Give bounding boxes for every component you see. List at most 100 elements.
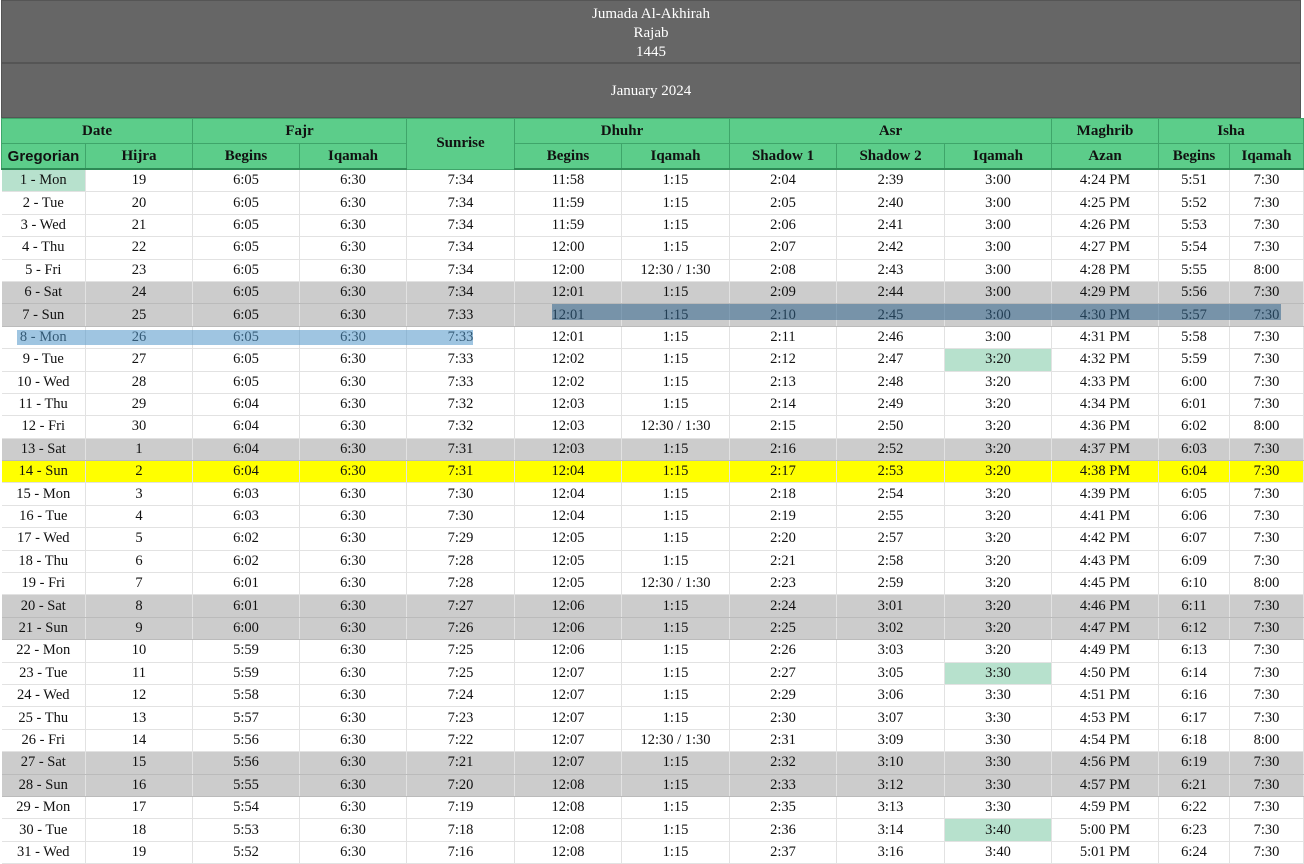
cell-dhuhr-begins[interactable]: 12:04 bbox=[514, 505, 623, 529]
cell-hijra[interactable]: 26 bbox=[85, 326, 193, 350]
cell-hijra[interactable]: 11 bbox=[85, 662, 193, 685]
cell-fajr-begins[interactable]: 5:57 bbox=[192, 706, 300, 730]
cell-dhuhr-iqamah[interactable]: 1:15 bbox=[621, 326, 731, 350]
cell-asr-iqamah[interactable]: 3:30 bbox=[944, 729, 1053, 753]
cell-asr-iqamah[interactable]: 3:30 bbox=[944, 796, 1053, 820]
cell-sunrise[interactable]: 7:34 bbox=[406, 236, 516, 260]
cell-maghrib-azan[interactable]: 4:36 PM bbox=[1051, 415, 1160, 439]
cell-maghrib-azan[interactable]: 4:34 PM bbox=[1051, 393, 1160, 417]
cell-isha-iqamah[interactable]: 7:30 bbox=[1229, 662, 1304, 685]
cell-fajr-begins[interactable]: 6:05 bbox=[192, 303, 300, 327]
cell-isha-begins[interactable]: 6:14 bbox=[1158, 662, 1231, 685]
cell-asr-shadow1[interactable]: 2:10 bbox=[729, 303, 838, 327]
cell-asr-iqamah[interactable]: 3:20 bbox=[944, 460, 1053, 484]
cell-isha-begins[interactable]: 5:57 bbox=[1158, 303, 1231, 327]
cell-hijra[interactable]: 21 bbox=[85, 214, 193, 238]
cell-dhuhr-iqamah[interactable]: 1:15 bbox=[621, 706, 731, 730]
cell-sunrise[interactable]: 7:29 bbox=[406, 527, 516, 551]
cell-isha-iqamah[interactable]: 7:30 bbox=[1229, 438, 1304, 462]
cell-gregorian[interactable]: 14 - Sun bbox=[1, 460, 86, 484]
cell-isha-iqamah[interactable]: 7:30 bbox=[1229, 348, 1304, 372]
cell-asr-iqamah[interactable]: 3:00 bbox=[944, 214, 1053, 238]
cell-hijra[interactable]: 1 bbox=[85, 438, 193, 462]
table-row[interactable]: 7 - Sun 25 6:05 6:30 7:33 12:01 1:15 2:10 2:45 3:… bbox=[1, 303, 1304, 327]
group-asr[interactable]: Asr bbox=[729, 118, 1053, 144]
cell-dhuhr-iqamah[interactable]: 1:15 bbox=[621, 482, 731, 506]
cell-dhuhr-begins[interactable]: 12:00 bbox=[514, 259, 623, 282]
table-row[interactable]: 31 - Wed 19 5:52 6:30 7:16 12:08 1:15 2:37 3:16 3… bbox=[1, 841, 1304, 864]
cell-sunrise[interactable]: 7:34 bbox=[406, 191, 516, 215]
cell-gregorian[interactable]: 31 - Wed bbox=[1, 841, 86, 864]
cell-gregorian[interactable]: 30 - Tue bbox=[1, 818, 86, 842]
cell-gregorian[interactable]: 9 - Tue bbox=[1, 348, 86, 372]
table-row[interactable]: 15 - Mon 3 6:03 6:30 7:30 12:04 1:15 2:18 2:54 3:… bbox=[1, 482, 1304, 506]
cell-asr-shadow1[interactable]: 2:14 bbox=[729, 393, 838, 417]
cell-maghrib-azan[interactable]: 4:54 PM bbox=[1051, 729, 1160, 753]
cell-dhuhr-begins[interactable]: 12:03 bbox=[514, 393, 623, 417]
cell-maghrib-azan[interactable]: 4:50 PM bbox=[1051, 662, 1160, 685]
cell-sunrise[interactable]: 7:33 bbox=[406, 326, 516, 350]
cell-isha-iqamah[interactable]: 8:00 bbox=[1229, 415, 1304, 439]
cell-fajr-iqamah[interactable]: 6:30 bbox=[299, 281, 408, 305]
cell-isha-iqamah[interactable]: 7:30 bbox=[1229, 326, 1304, 350]
cell-sunrise[interactable]: 7:33 bbox=[406, 371, 516, 394]
cell-dhuhr-begins[interactable]: 12:08 bbox=[514, 796, 623, 820]
cell-asr-shadow1[interactable]: 2:04 bbox=[729, 169, 838, 193]
cell-isha-iqamah[interactable]: 7:30 bbox=[1229, 303, 1304, 327]
cell-fajr-iqamah[interactable]: 6:30 bbox=[299, 460, 408, 484]
cell-isha-iqamah[interactable]: 7:30 bbox=[1229, 505, 1304, 529]
cell-asr-iqamah[interactable]: 3:00 bbox=[944, 326, 1053, 350]
cell-fajr-iqamah[interactable]: 6:30 bbox=[299, 639, 408, 663]
cell-sunrise[interactable]: 7:33 bbox=[406, 348, 516, 372]
table-row[interactable]: 21 - Sun 9 6:00 6:30 7:26 12:06 1:15 2:25 3:02 3:… bbox=[1, 617, 1304, 641]
cell-fajr-iqamah[interactable]: 6:30 bbox=[299, 706, 408, 730]
cell-gregorian[interactable]: 10 - Wed bbox=[1, 371, 86, 394]
cell-maghrib-azan[interactable]: 4:43 PM bbox=[1051, 550, 1160, 574]
cell-asr-shadow2[interactable]: 2:53 bbox=[836, 460, 946, 484]
cell-dhuhr-iqamah[interactable]: 1:15 bbox=[621, 460, 731, 484]
cell-isha-iqamah[interactable]: 7:30 bbox=[1229, 527, 1304, 551]
cell-isha-begins[interactable]: 6:09 bbox=[1158, 550, 1231, 574]
cell-isha-begins[interactable]: 6:07 bbox=[1158, 527, 1231, 551]
cell-dhuhr-begins[interactable]: 12:07 bbox=[514, 751, 623, 775]
cell-dhuhr-begins[interactable]: 12:04 bbox=[514, 460, 623, 484]
cell-hijra[interactable]: 7 bbox=[85, 572, 193, 596]
cell-isha-begins[interactable]: 6:16 bbox=[1158, 684, 1231, 708]
cell-maghrib-azan[interactable]: 4:59 PM bbox=[1051, 796, 1160, 820]
cell-asr-shadow2[interactable]: 2:57 bbox=[836, 527, 946, 551]
cell-isha-iqamah[interactable]: 8:00 bbox=[1229, 259, 1304, 282]
group-maghrib[interactable]: Maghrib bbox=[1051, 118, 1160, 144]
cell-asr-shadow2[interactable]: 2:49 bbox=[836, 393, 946, 417]
cell-asr-iqamah[interactable]: 3:20 bbox=[944, 505, 1053, 529]
table-row[interactable]: 29 - Mon 17 5:54 6:30 7:19 12:08 1:15 2:35 3:13 3… bbox=[1, 796, 1304, 820]
cell-sunrise[interactable]: 7:30 bbox=[406, 482, 516, 506]
cell-sunrise[interactable]: 7:34 bbox=[406, 259, 516, 282]
cell-hijra[interactable]: 19 bbox=[85, 841, 193, 864]
cell-asr-shadow1[interactable]: 2:23 bbox=[729, 572, 838, 596]
group-dhuhr[interactable]: Dhuhr bbox=[514, 118, 731, 144]
cell-asr-iqamah[interactable]: 3:20 bbox=[944, 482, 1053, 506]
cell-hijra[interactable]: 25 bbox=[85, 303, 193, 327]
cell-asr-shadow2[interactable]: 3:13 bbox=[836, 796, 946, 820]
cell-asr-iqamah[interactable]: 3:30 bbox=[944, 662, 1053, 685]
cell-dhuhr-iqamah[interactable]: 1:15 bbox=[621, 550, 731, 574]
table-row[interactable]: 27 - Sat 15 5:56 6:30 7:21 12:07 1:15 2:32 3:10 3… bbox=[1, 751, 1304, 775]
cell-fajr-begins[interactable]: 6:05 bbox=[192, 326, 300, 350]
cell-hijra[interactable]: 15 bbox=[85, 751, 193, 775]
cell-hijra[interactable]: 14 bbox=[85, 729, 193, 753]
cell-sunrise[interactable]: 7:33 bbox=[406, 303, 516, 327]
cell-isha-begins[interactable]: 5:52 bbox=[1158, 191, 1231, 215]
cell-isha-iqamah[interactable]: 7:30 bbox=[1229, 684, 1304, 708]
cell-sunrise[interactable]: 7:34 bbox=[406, 281, 516, 305]
cell-fajr-iqamah[interactable]: 6:30 bbox=[299, 505, 408, 529]
cell-asr-shadow1[interactable]: 2:30 bbox=[729, 706, 838, 730]
cell-fajr-iqamah[interactable]: 6:30 bbox=[299, 303, 408, 327]
cell-dhuhr-iqamah[interactable]: 1:15 bbox=[621, 371, 731, 394]
cell-asr-shadow2[interactable]: 3:01 bbox=[836, 594, 946, 618]
cell-gregorian[interactable]: 5 - Fri bbox=[1, 259, 86, 282]
cell-sunrise[interactable]: 7:28 bbox=[406, 572, 516, 596]
cell-maghrib-azan[interactable]: 4:56 PM bbox=[1051, 751, 1160, 775]
cell-fajr-begins[interactable]: 5:58 bbox=[192, 684, 300, 708]
cell-sunrise[interactable]: 7:30 bbox=[406, 505, 516, 529]
col-sunrise[interactable]: Sunrise bbox=[406, 118, 516, 170]
